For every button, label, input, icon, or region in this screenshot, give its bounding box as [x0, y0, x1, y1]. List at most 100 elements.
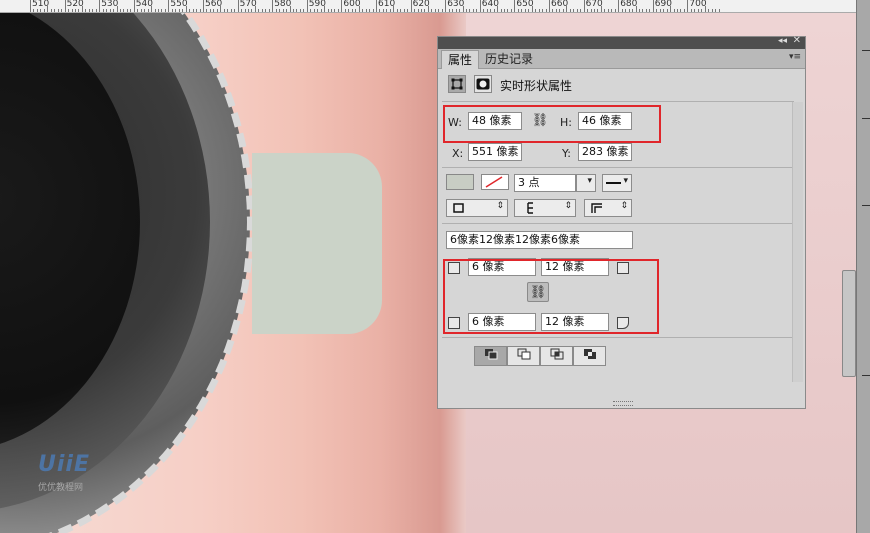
ruler-tick	[268, 9, 270, 12]
collapse-icon[interactable]: ◂◂	[778, 36, 787, 46]
ruler-tick	[376, 0, 377, 12]
x-field[interactable]: 551 像素	[468, 143, 522, 161]
ruler-tick	[604, 9, 606, 12]
close-icon[interactable]: ✕	[793, 35, 801, 46]
ruler-tick	[203, 0, 204, 12]
ruler-tick	[393, 6, 395, 12]
top-right-corner-icon	[617, 262, 629, 274]
top-left-radius-field[interactable]: 6 像素	[468, 258, 536, 276]
panel-menu-icon[interactable]: ▾≡	[789, 52, 801, 62]
ruler-tick	[507, 9, 509, 12]
ruler-tick	[331, 9, 333, 12]
ruler-tick	[95, 9, 97, 12]
x-label: X:	[452, 147, 464, 160]
ruler-tick	[479, 0, 481, 12]
y-field[interactable]: 283 像素	[578, 143, 632, 161]
ruler-tick	[158, 9, 160, 12]
width-field[interactable]: 48 像素	[468, 112, 522, 130]
ruler-tick	[493, 9, 495, 12]
stroke-width-field[interactable]: 3 点	[514, 174, 576, 192]
divider	[442, 223, 794, 224]
ruler-tick	[36, 9, 38, 12]
watermark-text: 优优教程网	[38, 483, 84, 493]
height-field[interactable]: 46 像素	[578, 112, 632, 130]
ruler-tick	[151, 6, 153, 12]
bottom-left-radius-field[interactable]: 6 像素	[468, 313, 536, 331]
stroke-type-dropdown[interactable]: ▾	[602, 174, 632, 192]
ruler-tick	[510, 9, 512, 12]
top-right-radius-field[interactable]: 12 像素	[541, 258, 609, 276]
right-side-panel-strip	[856, 0, 870, 533]
ruler-tick	[43, 9, 45, 12]
ruler-tick	[282, 9, 284, 12]
height-label: H:	[560, 116, 572, 129]
width-label: W:	[448, 116, 462, 129]
ruler-tick	[106, 9, 108, 12]
stroke-align-dropdown[interactable]: ⇕	[446, 199, 508, 217]
ruler-tick	[286, 9, 288, 12]
ruler-tick	[718, 9, 720, 12]
ruler-tick	[365, 9, 367, 12]
ruler-tick	[71, 9, 73, 12]
ruler-tick	[583, 0, 585, 12]
shape-properties-mode-icon[interactable]	[448, 75, 466, 93]
ruler-tick	[355, 9, 357, 12]
ruler-tick	[535, 9, 537, 12]
ruler-tick	[614, 9, 616, 12]
ruler-tick	[645, 9, 647, 12]
ruler-tick	[555, 9, 557, 12]
ruler-tick	[427, 6, 429, 12]
ruler-tick	[216, 9, 218, 12]
panel-title-bar[interactable]: ◂◂ ✕	[438, 35, 805, 49]
resize-grip[interactable]	[613, 401, 633, 406]
ruler-tick	[230, 9, 232, 12]
fill-color-swatch[interactable]	[446, 174, 474, 190]
stroke-width-dropdown[interactable]: ▾	[576, 174, 596, 192]
ruler-tick	[358, 6, 360, 12]
bottom-right-radius-field[interactable]: 12 像素	[541, 313, 609, 331]
intersect-shapes-icon[interactable]	[540, 346, 573, 366]
ruler-tick	[566, 6, 568, 12]
ruler-tick	[209, 9, 211, 12]
stroke-cap-dropdown[interactable]: ⇕	[514, 199, 576, 217]
stroke-corner-dropdown[interactable]: ⇕	[584, 199, 632, 217]
ruler-tick	[348, 9, 350, 12]
canvas-vertical-scrollbar[interactable]	[842, 270, 856, 377]
ruler-tick	[171, 9, 173, 12]
ruler-tick	[452, 9, 454, 12]
rounded-rectangle-shape[interactable]	[252, 153, 382, 334]
subtract-shapes-icon[interactable]	[507, 346, 540, 366]
stroke-color-swatch[interactable]	[481, 174, 509, 190]
ruler-tick	[296, 9, 298, 12]
ruler-tick	[54, 9, 56, 12]
link-corner-radii-icon[interactable]: ⛓	[527, 282, 549, 302]
ruler-tick	[303, 9, 305, 12]
horizontal-ruler[interactable]: 510 520 530 540 550 560 570 580 590 600 610 620 630 6…	[0, 0, 856, 13]
ruler-tick	[545, 9, 547, 12]
ruler-tick	[109, 9, 111, 12]
mask-mode-icon[interactable]	[474, 75, 492, 93]
ruler-tick	[649, 9, 651, 12]
ruler-tick	[410, 0, 412, 12]
ruler-tick	[175, 9, 177, 12]
ruler-tick	[137, 9, 139, 12]
ruler-tick	[455, 9, 457, 12]
ruler-tick	[369, 9, 371, 12]
ruler-tick	[677, 9, 679, 12]
ruler-tick	[476, 9, 478, 12]
link-width-height-icon[interactable]: ⛓	[529, 111, 551, 131]
corner-radius-summary-field[interactable]: 6像素12像素12像素6像素	[446, 231, 633, 249]
ruler-tick	[351, 9, 353, 12]
tab-properties[interactable]: 属性	[441, 50, 480, 69]
combine-shapes-icon[interactable]	[474, 346, 507, 366]
top-left-corner-icon	[448, 262, 460, 274]
ruler-tick	[154, 9, 156, 12]
ruler-tick	[573, 9, 575, 12]
panel-title: 实时形状属性	[500, 79, 573, 93]
exclude-overlap-icon[interactable]	[573, 346, 606, 366]
panel-scrollbar[interactable]	[792, 102, 803, 382]
tab-history[interactable]: 历史记录	[479, 50, 539, 68]
y-label: Y:	[562, 147, 571, 160]
ruler-tick	[220, 6, 222, 12]
ruler-tick	[251, 9, 253, 12]
